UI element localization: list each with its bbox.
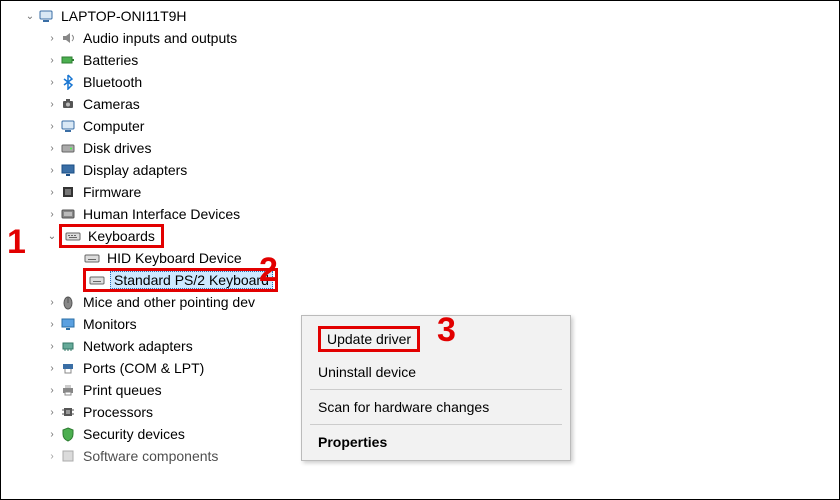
tree-item-display-adapters[interactable]: › Display adapters: [11, 159, 839, 181]
tree-item-label: Human Interface Devices: [81, 206, 242, 222]
hid-icon: [59, 205, 77, 223]
caret-right-icon[interactable]: ›: [45, 143, 59, 154]
tree-item-label: Keyboards: [86, 228, 157, 244]
shield-icon: [59, 425, 77, 443]
tree-root[interactable]: ⌄ LAPTOP-ONI11T9H: [11, 5, 839, 27]
caret-right-icon[interactable]: ›: [45, 55, 59, 66]
caret-down-icon[interactable]: ⌄: [45, 231, 59, 242]
tree-item-label: Firmware: [81, 184, 143, 200]
caret-right-icon[interactable]: ›: [45, 429, 59, 440]
tree-item-computer[interactable]: › Computer: [11, 115, 839, 137]
port-icon: [59, 359, 77, 377]
caret-right-icon[interactable]: ›: [45, 121, 59, 132]
tree-item-keyboards[interactable]: ⌄ Keyboards: [11, 225, 839, 247]
caret-right-icon[interactable]: ›: [45, 385, 59, 396]
keyboard-icon: [64, 227, 82, 245]
tree-item-label: Mice and other pointing dev: [81, 294, 257, 310]
tree-item-label: Bluetooth: [81, 74, 144, 90]
menu-separator: [310, 389, 562, 390]
tree-item-firmware[interactable]: › Firmware: [11, 181, 839, 203]
tree-item-label: Disk drives: [81, 140, 153, 156]
tree-item-label: Print queues: [81, 382, 164, 398]
tree-item-label: Display adapters: [81, 162, 189, 178]
keyboard-icon: [88, 271, 106, 289]
tree-item-label: Cameras: [81, 96, 142, 112]
annotation-3: 3: [437, 311, 456, 350]
tree-item-label: Software components: [81, 448, 220, 464]
printer-icon: [59, 381, 77, 399]
tree-item-label: Security devices: [81, 426, 187, 442]
monitor-icon: [59, 315, 77, 333]
tree-item-label: Monitors: [81, 316, 139, 332]
tree-item-bluetooth[interactable]: › Bluetooth: [11, 71, 839, 93]
caret-right-icon[interactable]: ›: [45, 209, 59, 220]
ctx-scan-hardware[interactable]: Scan for hardware changes: [304, 393, 568, 421]
tree-item-cameras[interactable]: › Cameras: [11, 93, 839, 115]
mouse-icon: [59, 293, 77, 311]
tree-item-label: Ports (COM & LPT): [81, 360, 206, 376]
tree-item-mice[interactable]: › Mice and other pointing dev: [11, 291, 839, 313]
tree-item-audio[interactable]: › Audio inputs and outputs: [11, 27, 839, 49]
tree-item-batteries[interactable]: › Batteries: [11, 49, 839, 71]
tree-item-hid-keyboard[interactable]: HID Keyboard Device: [11, 247, 839, 269]
tree-item-label: Computer: [81, 118, 146, 134]
tree-item-label: Standard PS/2 Keyboard: [110, 271, 273, 289]
bluetooth-icon: [59, 73, 77, 91]
tree-item-label: Network adapters: [81, 338, 195, 354]
disk-icon: [59, 139, 77, 157]
software-icon: [59, 447, 77, 465]
network-icon: [59, 337, 77, 355]
caret-right-icon[interactable]: ›: [45, 99, 59, 110]
caret-right-icon[interactable]: ›: [45, 319, 59, 330]
caret-right-icon[interactable]: ›: [45, 77, 59, 88]
annotation-2: 2: [259, 251, 278, 290]
ctx-uninstall-device[interactable]: Uninstall device: [304, 358, 568, 386]
annotation-1: 1: [7, 223, 26, 262]
display-icon: [59, 161, 77, 179]
tree-item-label: Audio inputs and outputs: [81, 30, 239, 46]
menu-separator: [310, 424, 562, 425]
speaker-icon: [59, 29, 77, 47]
tree-item-disk-drives[interactable]: › Disk drives: [11, 137, 839, 159]
caret-right-icon[interactable]: ›: [45, 341, 59, 352]
caret-right-icon[interactable]: ›: [45, 363, 59, 374]
tree-item-standard-ps2-keyboard[interactable]: Standard PS/2 Keyboard: [11, 269, 839, 291]
tree-item-label: Processors: [81, 404, 155, 420]
tree-root-label: LAPTOP-ONI11T9H: [59, 8, 189, 24]
caret-right-icon[interactable]: ›: [45, 165, 59, 176]
firmware-icon: [59, 183, 77, 201]
caret-right-icon[interactable]: ›: [45, 33, 59, 44]
cpu-icon: [59, 403, 77, 421]
tree-item-hid[interactable]: › Human Interface Devices: [11, 203, 839, 225]
caret-right-icon[interactable]: ›: [45, 451, 59, 462]
keyboard-icon: [83, 249, 101, 267]
caret-right-icon[interactable]: ›: [45, 187, 59, 198]
camera-icon: [59, 95, 77, 113]
context-menu: Update driver Uninstall device Scan for …: [301, 315, 571, 461]
caret-right-icon[interactable]: ›: [45, 407, 59, 418]
computer-icon: [37, 7, 55, 25]
ctx-update-driver[interactable]: Update driver: [304, 320, 568, 358]
caret-down-icon[interactable]: ⌄: [23, 11, 37, 22]
ctx-properties[interactable]: Properties: [304, 428, 568, 456]
tree-item-label: Batteries: [81, 52, 140, 68]
caret-right-icon[interactable]: ›: [45, 297, 59, 308]
battery-icon: [59, 51, 77, 69]
computer-icon: [59, 117, 77, 135]
tree-item-label: HID Keyboard Device: [105, 250, 244, 266]
